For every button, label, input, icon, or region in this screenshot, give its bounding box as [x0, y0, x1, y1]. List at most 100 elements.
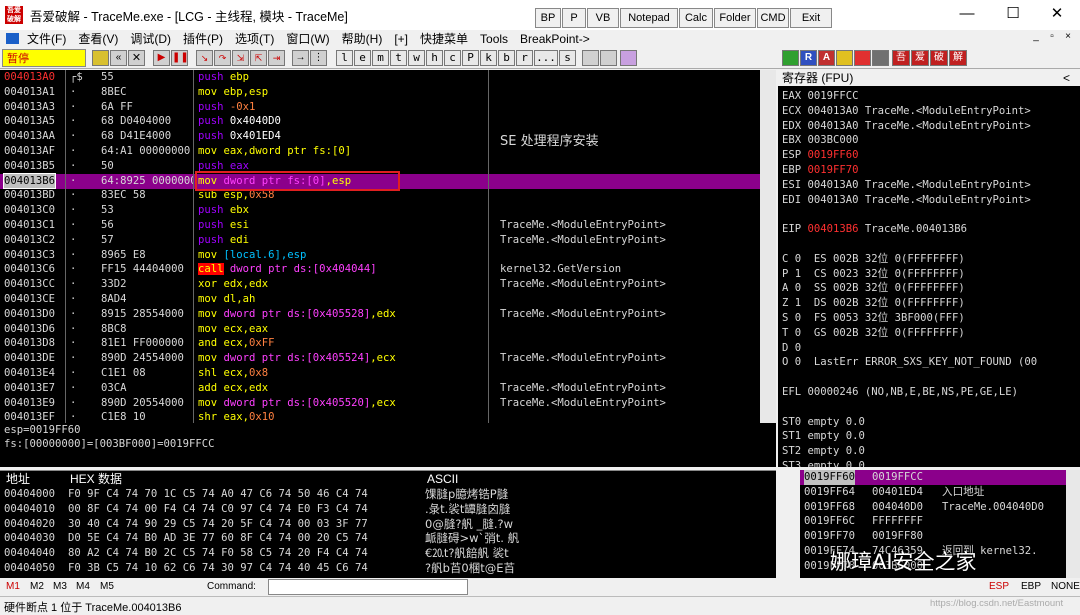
help-icon[interactable] [620, 50, 637, 66]
disasm-row[interactable]: 004013D6 · 8BC8 mov ecx,eax [0, 322, 760, 337]
menu-options[interactable]: 选项(T) [235, 30, 274, 47]
jie-button[interactable]: 解 [949, 50, 967, 66]
esp-tab[interactable]: ESP [989, 581, 1009, 592]
register-line[interactable]: Z 1 DS 002B 32位 0(FFFFFFFF) [782, 296, 965, 311]
register-line[interactable]: ST3 empty 0.0 [782, 459, 865, 467]
disasm-row[interactable]: 004013C1 · 56 push esi TraceMe.<ModuleEntryP… [0, 218, 760, 233]
disasm-row[interactable]: 004013CE · 8AD4 mov dl,ah [0, 292, 760, 307]
disasm-row[interactable]: 004013A5 · 68 D0404000 push 0x4040D0 [0, 114, 760, 129]
toolbar-p-button[interactable]: P [462, 50, 479, 66]
disasm-row[interactable]: 004013D8 · 81E1 FF000000 and ecx,0xFF [0, 336, 760, 351]
close-file-icon[interactable]: ✕ [128, 50, 145, 66]
mdi-window-icon[interactable] [6, 33, 19, 44]
register-line[interactable]: ECX 004013A0 TraceMe.<ModuleEntryPoint> [782, 104, 1031, 119]
step-into-icon[interactable]: ↘ [196, 50, 213, 66]
execute-till-return-icon[interactable]: ⇥ [268, 50, 285, 66]
po-button[interactable]: 破 [930, 50, 948, 66]
disasm-row[interactable]: 004013EF · C1E8 10 shr eax,0x10 [0, 410, 760, 423]
toolbar-c-button[interactable]: c [444, 50, 461, 66]
disasm-row[interactable]: 004013C2 · 57 push edi TraceMe.<ModuleEntryP… [0, 233, 760, 248]
dump-row[interactable]: 00404020 30 40 C4 74 90 29 C5 74 20 5F C4… [0, 517, 776, 532]
register-line[interactable]: ST1 empty 0.0 [782, 429, 865, 444]
step-over-icon[interactable]: ↷ [214, 50, 231, 66]
register-line[interactable]: ST2 empty 0.0 [782, 444, 865, 459]
disasm-row[interactable]: 004013AA · 68 D41E4000 push 0x401ED4 [0, 129, 760, 144]
mdi-close-icon[interactable]: × [1060, 31, 1076, 42]
stack-row[interactable]: 0019FF60 0019FFCC [800, 470, 1066, 485]
register-line[interactable]: T 0 GS 002B 32位 0(FFFFFFFF) [782, 326, 965, 341]
toolbar-r-button[interactable]: r [516, 50, 533, 66]
menu-file[interactable]: 文件(F) [27, 30, 66, 47]
stack-row[interactable]: 0019FF68 004040D0 TraceMe.004040D0 [800, 500, 1066, 515]
register-line[interactable]: A 0 SS 002B 32位 0(FFFFFFFF) [782, 281, 965, 296]
menu-debug[interactable]: 调试(D) [130, 30, 171, 47]
goto-icon[interactable]: → [292, 50, 309, 66]
stack-scrollbar[interactable] [1066, 470, 1080, 578]
toolbar-dots-button[interactable]: ... [534, 50, 558, 66]
toolbar-b-button[interactable]: b [498, 50, 515, 66]
disasm-row[interactable]: 004013D0 · 8915 28554000 mov dword ptr ds:[… [0, 307, 760, 322]
notepad-button[interactable]: Notepad [620, 8, 678, 28]
registers-header[interactable]: 寄存器 (FPU) < [778, 70, 1080, 86]
dump-row[interactable]: 00404010 00 8F C4 74 00 F4 C4 74 C0 97 C4… [0, 502, 776, 517]
folder-button[interactable]: Folder [714, 8, 756, 28]
tab-m3[interactable]: M3 [53, 581, 67, 592]
plugin-gray-icon[interactable] [872, 50, 889, 66]
register-line[interactable]: EIP 004013B6 TraceMe.004013B6 [782, 222, 967, 237]
register-line[interactable]: P 1 CS 0023 32位 0(FFFFFFFF) [782, 267, 965, 282]
mdi-minimize-icon[interactable]: _ [1028, 31, 1044, 42]
register-line[interactable]: ST0 empty 0.0 [782, 415, 865, 430]
registers-pane[interactable]: 寄存器 (FPU) < EAX 0019FFCC ECX 004013A0 Tra… [778, 70, 1080, 467]
disasm-row[interactable]: 004013E9 · 890D 20554000 mov dword ptr ds:[… [0, 396, 760, 411]
tab-m4[interactable]: M4 [76, 581, 90, 592]
menu-shortcut[interactable]: 快捷菜单 [420, 30, 468, 47]
run-icon[interactable]: ▶ [153, 50, 170, 66]
stack-row[interactable]: 0019FF64 00401ED4 入口地址 [800, 485, 1066, 500]
menu-help[interactable]: 帮助(H) [342, 30, 383, 47]
disasm-row[interactable]: 004013AF · 64:A1 00000000 mov eax,dword ptr… [0, 144, 760, 159]
register-line[interactable]: EDX 004013A0 TraceMe.<ModuleEntryPoint> [782, 119, 1031, 134]
plugin-a-icon[interactable]: A [818, 50, 835, 66]
disasm-row[interactable]: 004013A1 · 8BEC mov ebp,esp [0, 85, 760, 100]
open-icon[interactable] [92, 50, 109, 66]
disasm-row[interactable]: 004013DE · 890D 24554000 mov dword ptr ds:[… [0, 351, 760, 366]
pause-icon[interactable]: ❚❚ [171, 50, 189, 66]
tab-m5[interactable]: M5 [100, 581, 114, 592]
plugin-green-icon[interactable] [782, 50, 799, 66]
register-line[interactable]: EBX 003BC000 [782, 133, 859, 148]
toolbar-k-button[interactable]: k [480, 50, 497, 66]
p-button[interactable]: P [562, 8, 586, 28]
disasm-row[interactable]: 004013C6 · FF15 44404000 call dword ptr ds:… [0, 262, 760, 277]
dump-row[interactable]: 00404000 F0 9F C4 74 70 1C C5 74 A0 47 C6… [0, 487, 776, 502]
trace-into-icon[interactable]: ⇲ [232, 50, 249, 66]
minimize-icon[interactable]: — [944, 0, 990, 30]
toolbar-w-button[interactable]: w [408, 50, 425, 66]
toolbar-l-button[interactable]: l [336, 50, 353, 66]
disasm-row[interactable]: 004013CC · 33D2 xor edx,edx TraceMe.<ModuleE… [0, 277, 760, 292]
toolbar-t-button[interactable]: t [390, 50, 407, 66]
register-line[interactable]: EBP 0019FF70 [782, 163, 859, 178]
dump-pane[interactable]: 00404000 F0 9F C4 74 70 1C C5 74 A0 47 C6… [0, 486, 776, 578]
register-line[interactable]: EDI 004013A0 TraceMe.<ModuleEntryPoint> [782, 193, 1031, 208]
disasm-row[interactable]: 004013E7 · 03CA add ecx,edx TraceMe.<ModuleE… [0, 381, 760, 396]
ai-button[interactable]: 爱 [911, 50, 929, 66]
register-line[interactable]: S 0 FS 0053 32位 3BF000(FFF) [782, 311, 965, 326]
disassembly-pane[interactable]: 004013A0 ┌$ 55 push ebp 004013A1 · 8BEC mov ebp… [0, 70, 776, 423]
register-line[interactable]: EAX 0019FFCC [782, 89, 859, 104]
show-icon[interactable]: ⋮ [310, 50, 327, 66]
disasm-row[interactable]: 004013C3 · 8965 E8 mov [local.6],esp [0, 248, 760, 263]
bp-button[interactable]: BP [535, 8, 561, 28]
register-line[interactable]: C 0 ES 002B 32位 0(FFFFFFFF) [782, 252, 965, 267]
dump-col-hex[interactable]: HEX 数据 [70, 471, 122, 487]
disasm-row[interactable]: 004013C0 · 53 push ebx [0, 203, 760, 218]
dump-col-ascii[interactable]: ASCII [427, 471, 458, 487]
plugin-r-icon[interactable]: R [800, 50, 817, 66]
grid-icon[interactable] [600, 50, 617, 66]
plugin-circle-icon[interactable] [836, 50, 853, 66]
dump-row[interactable]: 00404040 80 A2 C4 74 B0 2C C5 74 F0 58 C5… [0, 546, 776, 561]
none-tab[interactable]: NONE [1051, 581, 1080, 592]
toolbar-e-button[interactable]: e [354, 50, 371, 66]
vb-button[interactable]: VB [587, 8, 619, 28]
menu-window[interactable]: 窗口(W) [286, 30, 329, 47]
register-line[interactable]: D 0 [782, 341, 801, 356]
